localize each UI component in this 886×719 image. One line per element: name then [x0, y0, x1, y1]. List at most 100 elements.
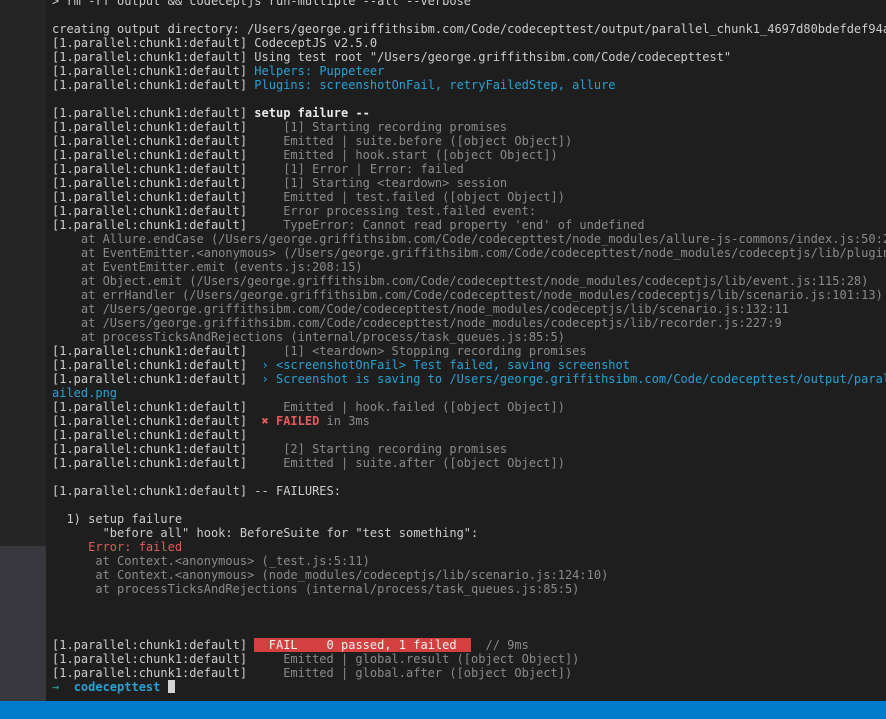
- terminal-text: Helpers: Puppeteer: [254, 64, 385, 78]
- terminal-text: [2] Starting recording promises: [283, 442, 508, 456]
- terminal-text: [1.parallel:chunk1:default]: [52, 428, 248, 442]
- terminal-output: > rm -rf output && codeceptjs run-multip…: [52, 0, 886, 694]
- terminal-line: at /Users/george.griffithsibm.com/Code/c…: [52, 316, 886, 330]
- terminal-line: at Object.emit (/Users/george.griffithsi…: [52, 274, 886, 288]
- prompt-directory: codecepttest: [73, 680, 161, 694]
- terminal-line: [1.parallel:chunk1:default] › Screenshot…: [52, 372, 886, 386]
- terminal-text: at errHandler (/Users/george.griffithsib…: [52, 288, 883, 302]
- terminal-line: [1.parallel:chunk1:default] -- FAILURES:: [52, 484, 886, 498]
- terminal-text: setup failure --: [254, 106, 370, 120]
- terminal-text: // 9ms: [471, 638, 529, 652]
- terminal-text: in 3ms: [319, 414, 370, 428]
- terminal-text: FAIL 0 passed, 1 failed: [254, 638, 472, 652]
- terminal-line: [1.parallel:chunk1:default] FAIL 0 passe…: [52, 638, 886, 652]
- terminal-text: [1.parallel:chunk1:default]: [52, 176, 284, 190]
- terminal-text: [1.parallel:chunk1:default]: [52, 344, 284, 358]
- terminal-text: [1.parallel:chunk1:default]: [52, 652, 284, 666]
- terminal-text: [1.parallel:chunk1:default]: [52, 148, 284, 162]
- terminal-line: [1.parallel:chunk1:default] CodeceptJS v…: [52, 36, 886, 50]
- terminal-text: at EventEmitter.<anonymous> (/Users/geor…: [52, 246, 886, 260]
- terminal-text: at /Users/george.griffithsibm.com/Code/c…: [52, 302, 789, 316]
- terminal-line: [1.parallel:chunk1:default] [1] Starting…: [52, 176, 886, 190]
- terminal-text: [1] <teardown> Stopping recording promis…: [283, 344, 587, 358]
- terminal-line: [1.parallel:chunk1:default] Using test r…: [52, 50, 886, 64]
- terminal-text: [1] Starting recording promises: [283, 120, 508, 134]
- terminal-text: Emitted | hook.start ([object Object]): [283, 148, 558, 162]
- terminal-line: [1.parallel:chunk1:default] Emitted | gl…: [52, 652, 886, 666]
- terminal-line: Error: failed: [52, 540, 886, 554]
- terminal-text: creating output directory: /Users/george…: [52, 22, 886, 36]
- terminal-line: [1.parallel:chunk1:default]: [52, 428, 886, 442]
- terminal-text: [1.parallel:chunk1:default] CodeceptJS v…: [52, 36, 378, 50]
- terminal-text: at processTicksAndRejections (internal/p…: [52, 582, 580, 596]
- terminal-text: [1.parallel:chunk1:default]: [52, 666, 284, 680]
- terminal-line: [1.parallel:chunk1:default] Error proces…: [52, 204, 886, 218]
- terminal-text: [1] Error | Error: failed: [283, 162, 464, 176]
- terminal-text: ailed.png: [52, 386, 118, 400]
- terminal-cursor: [167, 680, 175, 693]
- terminal-line: at errHandler (/Users/george.griffithsib…: [52, 288, 886, 302]
- terminal-line: > rm -rf output && codeceptjs run-multip…: [52, 0, 886, 8]
- terminal-text: [1.parallel:chunk1:default]: [52, 400, 284, 414]
- terminal-text: [1] Starting <teardown> session: [283, 176, 508, 190]
- terminal-line: "before all" hook: BeforeSuite for "test…: [52, 526, 886, 540]
- terminal-text: [1.parallel:chunk1:default]: [52, 162, 284, 176]
- terminal-text: Plugins: screenshotOnFail, retryFailedSt…: [254, 78, 616, 92]
- terminal-text: [1.parallel:chunk1:default]: [52, 442, 284, 456]
- terminal-line: [1.parallel:chunk1:default] [1] <teardow…: [52, 344, 886, 358]
- terminal-text: [1.parallel:chunk1:default]: [52, 78, 255, 92]
- terminal-text: [1.parallel:chunk1:default]: [52, 134, 284, 148]
- terminal-text: [1.parallel:chunk1:default]: [52, 218, 284, 232]
- terminal-text: [1.parallel:chunk1:default]: [52, 64, 255, 78]
- terminal-text: at Context.<anonymous> (_test.js:5:11): [52, 554, 370, 568]
- terminal-line: [1.parallel:chunk1:default] Emitted | ho…: [52, 400, 886, 414]
- terminal-panel[interactable]: > rm -rf output && codeceptjs run-multip…: [46, 0, 886, 701]
- terminal-line: [1.parallel:chunk1:default] Emitted | su…: [52, 134, 886, 148]
- terminal-text: at Context.<anonymous> (node_modules/cod…: [52, 568, 609, 582]
- terminal-text: at Object.emit (/Users/george.griffithsi…: [52, 274, 869, 288]
- terminal-line: at processTicksAndRejections (internal/p…: [52, 330, 886, 344]
- terminal-line: [1.parallel:chunk1:default] Plugins: scr…: [52, 78, 886, 92]
- terminal-line: [1.parallel:chunk1:default] Helpers: Pup…: [52, 64, 886, 78]
- terminal-line: [1.parallel:chunk1:default] [1] Starting…: [52, 120, 886, 134]
- terminal-text: at EventEmitter.emit (events.js:208:15): [52, 260, 363, 274]
- terminal-line: at /Users/george.griffithsibm.com/Code/c…: [52, 302, 886, 316]
- terminal-line: at Context.<anonymous> (_test.js:5:11): [52, 554, 886, 568]
- terminal-text: Emitted | suite.after ([object Object]): [283, 456, 565, 470]
- terminal-text: › Screenshot is saving to /Users/george.…: [261, 372, 886, 386]
- terminal-line: at EventEmitter.emit (events.js:208:15): [52, 260, 886, 274]
- terminal-text: [1.parallel:chunk1:default]: [52, 638, 255, 652]
- terminal-text: [1.parallel:chunk1:default]: [52, 414, 262, 428]
- terminal-text: [1.parallel:chunk1:default]: [52, 358, 262, 372]
- terminal-text: TypeError: Cannot read property 'end' of…: [283, 218, 645, 232]
- terminal-text: Emitted | hook.failed ([object Object]): [283, 400, 565, 414]
- terminal-text: [1.parallel:chunk1:default]: [52, 456, 284, 470]
- side-panel-active-region: [0, 546, 46, 701]
- terminal-text: [1.parallel:chunk1:default]: [52, 372, 262, 386]
- terminal-prompt[interactable]: → codecepttest: [52, 680, 886, 694]
- terminal-text: [1.parallel:chunk1:default] -- FAILURES:: [52, 484, 341, 498]
- terminal-text: › <screenshotOnFail> Test failed, saving…: [261, 358, 630, 372]
- terminal-text: [1.parallel:chunk1:default]: [52, 204, 284, 218]
- terminal-text: at Allure.endCase (/Users/george.griffit…: [52, 232, 886, 246]
- terminal-text: "before all" hook: BeforeSuite for "test…: [52, 526, 479, 540]
- terminal-line: [1.parallel:chunk1:default] ✖ FAILED in …: [52, 414, 886, 428]
- terminal-text: Emitted | global.result ([object Object]…: [283, 652, 580, 666]
- terminal-text: 1) setup failure: [52, 512, 183, 526]
- terminal-text: [1.parallel:chunk1:default] Using test r…: [52, 50, 732, 64]
- terminal-text: at /Users/george.griffithsibm.com/Code/c…: [52, 316, 782, 330]
- terminal-line: [1.parallel:chunk1:default] TypeError: C…: [52, 218, 886, 232]
- terminal-text: Error: failed: [52, 540, 183, 554]
- terminal-line: at EventEmitter.<anonymous> (/Users/geor…: [52, 246, 886, 260]
- terminal-line: [1.parallel:chunk1:default] [2] Starting…: [52, 442, 886, 456]
- terminal-text: ✖ FAILED: [261, 414, 320, 428]
- terminal-line: ailed.png: [52, 386, 886, 400]
- terminal-line: at Allure.endCase (/Users/george.griffit…: [52, 232, 886, 246]
- terminal-line: [1.parallel:chunk1:default] setup failur…: [52, 106, 886, 120]
